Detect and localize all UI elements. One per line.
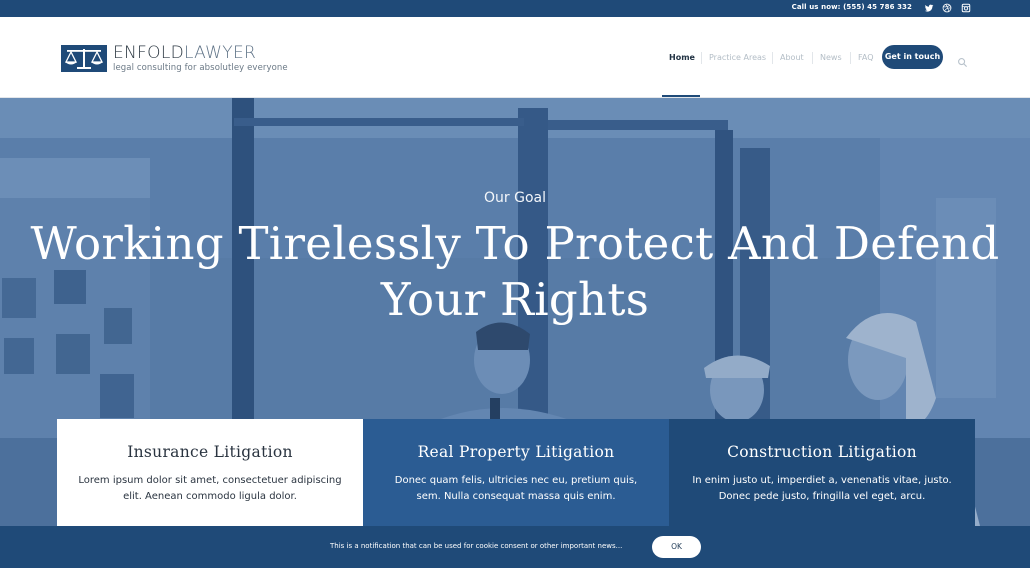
dribbble-icon[interactable] xyxy=(940,2,953,15)
cookie-notice-bar: This is a notification that can be used … xyxy=(0,526,1030,568)
service-card-title: Real Property Litigation xyxy=(417,443,615,461)
main-nav: Home Practice Areas About News FAQ xyxy=(0,46,1030,70)
service-card-construction[interactable]: Construction Litigation In enim justo ut… xyxy=(669,419,975,526)
top-bar: Call us now: (555) 45 786 332 xyxy=(0,0,1030,17)
instagram-icon[interactable] xyxy=(959,2,972,15)
nav-item-faq[interactable]: FAQ xyxy=(858,46,874,70)
service-card-title: Construction Litigation xyxy=(727,443,917,461)
call-us-text: Call us now: (555) 45 786 332 xyxy=(791,3,912,11)
nav-item-about[interactable]: About xyxy=(780,46,804,70)
service-card-text: Lorem ipsum dolor sit amet, consectetuer… xyxy=(78,475,342,502)
service-card-text: Donec quam felis, ultricies nec eu, pret… xyxy=(394,475,638,502)
nav-divider xyxy=(701,52,702,64)
site-header: ENFOLDLAWYER legal consulting for absolu… xyxy=(0,17,1030,98)
hero-eyebrow: Our Goal xyxy=(484,190,546,206)
nav-divider xyxy=(772,52,773,64)
get-in-touch-button[interactable]: Get in touch xyxy=(882,45,943,69)
active-nav-indicator xyxy=(662,95,700,97)
cookie-ok-button[interactable]: OK xyxy=(652,536,701,558)
service-card-title: Insurance Litigation xyxy=(127,443,293,461)
hero-headline-line-2: Your Rights xyxy=(380,273,650,326)
nav-divider xyxy=(850,52,851,64)
nav-item-practice-areas[interactable]: Practice Areas xyxy=(709,46,766,70)
hero-headline-line-1: Working Tirelessly To Protect And Defend xyxy=(30,217,1000,270)
nav-item-news[interactable]: News xyxy=(820,46,842,70)
twitter-icon[interactable] xyxy=(922,2,935,15)
nav-item-home[interactable]: Home xyxy=(669,46,695,70)
search-icon[interactable] xyxy=(957,53,968,68)
service-card-insurance[interactable]: Insurance Litigation Lorem ipsum dolor s… xyxy=(57,419,363,526)
cookie-notice-message: This is a notification that can be used … xyxy=(330,542,623,550)
service-card-real-property[interactable]: Real Property Litigation Donec quam feli… xyxy=(363,419,669,526)
nav-divider xyxy=(812,52,813,64)
hero-headline: Working Tirelessly To Protect And Defend… xyxy=(0,216,1030,328)
service-card-text: In enim justo ut, imperdiet a, venenatis… xyxy=(692,475,952,502)
